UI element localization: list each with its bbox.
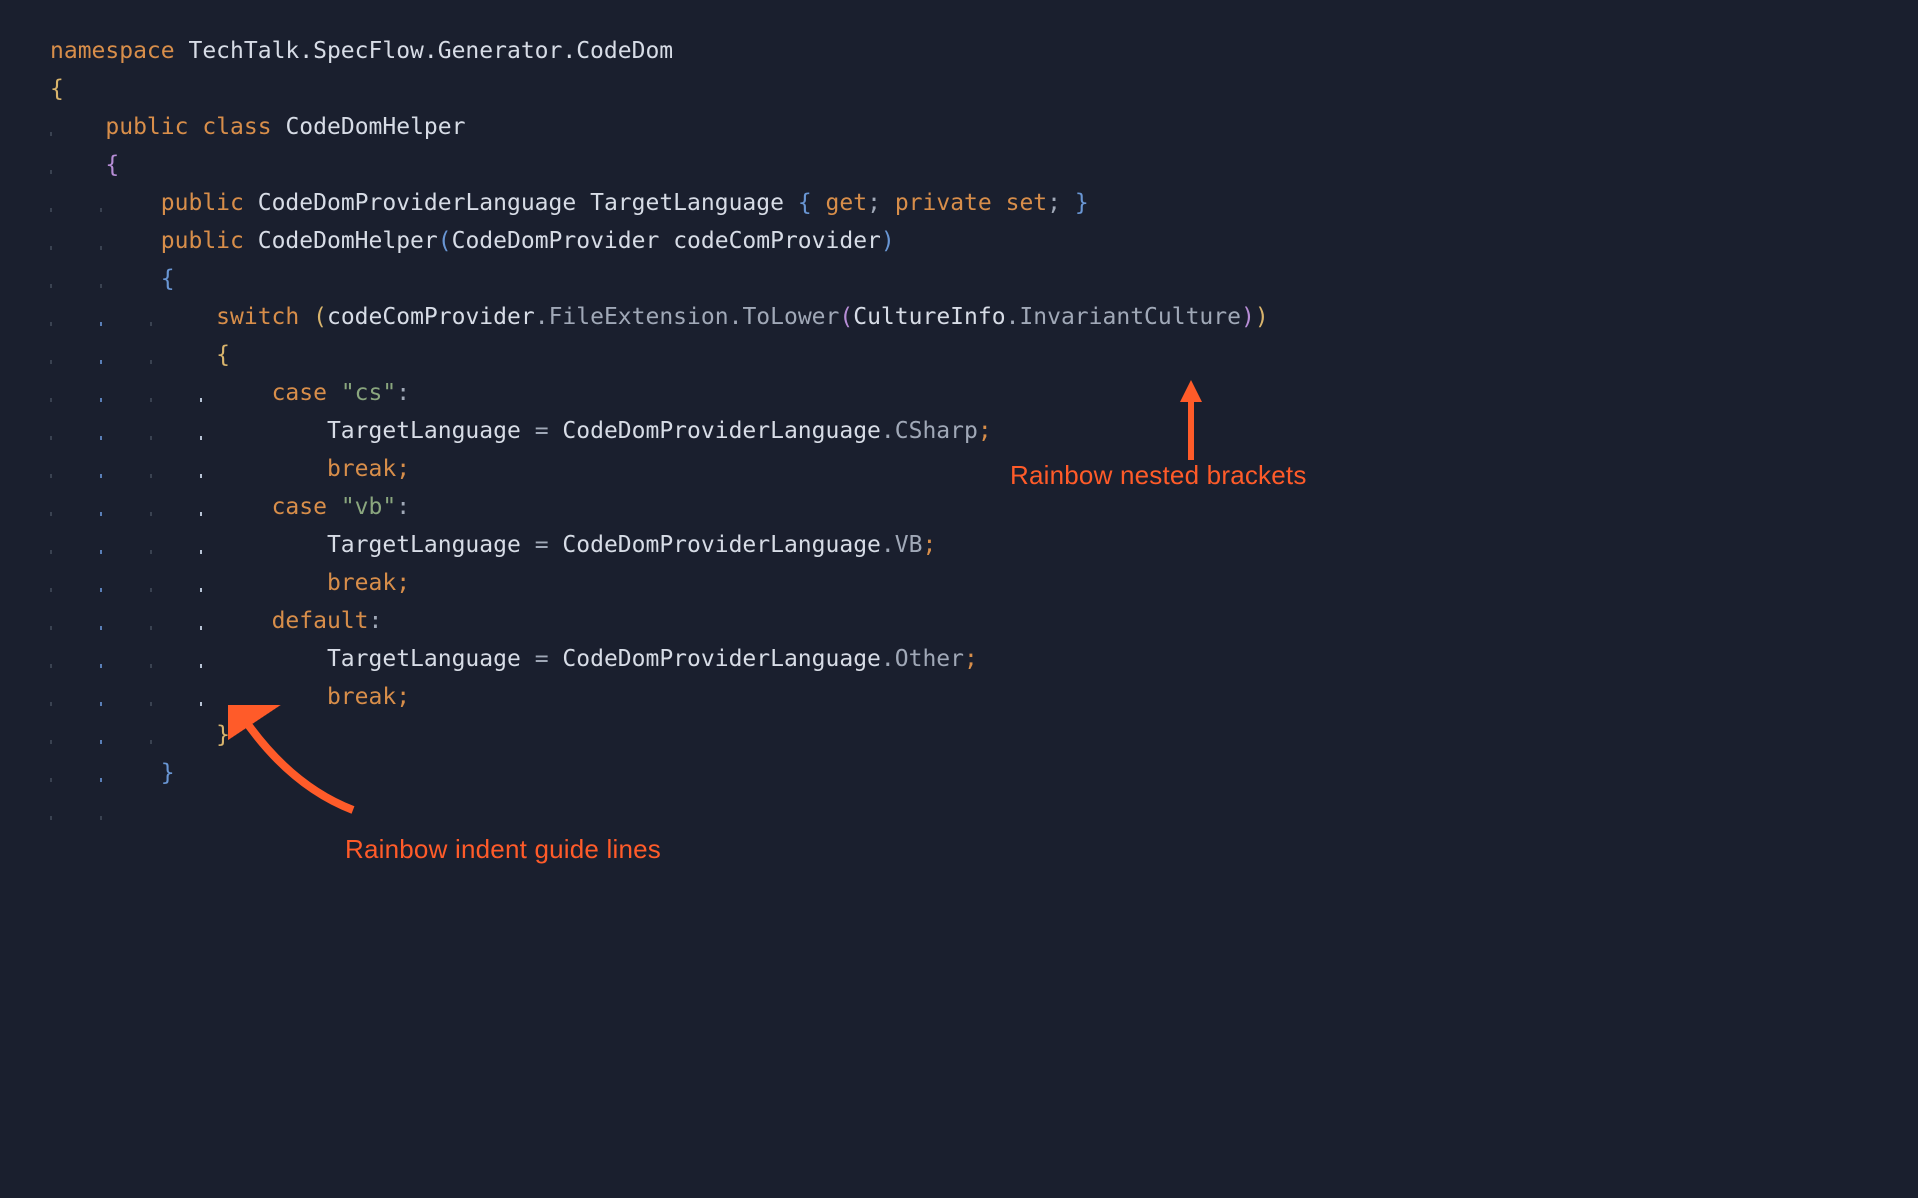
code-editor[interactable]: namespace TechTalk.SpecFlow.Generator.Co…	[0, 0, 1918, 792]
assign-lhs: TargetLanguage	[327, 532, 521, 558]
paren-purple: )	[1241, 304, 1255, 330]
code-line: namespace TechTalk.SpecFlow.Generator.Co…	[50, 32, 1918, 70]
keyword-switch: switch	[216, 304, 299, 330]
punct-dot: .	[535, 304, 549, 330]
code-line: default:	[50, 602, 1918, 640]
code-line: public class CodeDomHelper	[50, 108, 1918, 146]
keyword-namespace: namespace	[50, 38, 175, 64]
punct-semi: ;	[1047, 190, 1061, 216]
brace-purple: {	[105, 152, 119, 178]
punct-eq: =	[535, 532, 549, 558]
keyword-break: break	[327, 456, 396, 482]
annotation-rainbow-brackets: Rainbow nested brackets	[1010, 456, 1307, 494]
arrow-up-icon	[1180, 380, 1202, 402]
brace-blue: }	[161, 760, 175, 786]
param-type: CodeDomProvider	[452, 228, 660, 254]
culture-prop: InvariantCulture	[1019, 304, 1241, 330]
brace-yellow: {	[216, 342, 230, 368]
keyword-set: set	[1006, 190, 1048, 216]
code-line: public CodeDomHelper(CodeDomProvider cod…	[50, 222, 1918, 260]
punct-dot: .	[881, 532, 895, 558]
brace-yellow: {	[50, 76, 64, 102]
code-line: {	[50, 70, 1918, 108]
punct-dot: .	[881, 646, 895, 672]
punct-semi: ;	[964, 646, 978, 672]
paren-blue: (	[438, 228, 452, 254]
keyword-default: default	[272, 608, 369, 634]
assign-lhs: TargetLanguage	[327, 418, 521, 444]
punct-colon: :	[396, 380, 410, 406]
paren-blue: )	[881, 228, 895, 254]
punct-eq: =	[535, 418, 549, 444]
assign-enum: CodeDomProviderLanguage	[562, 532, 881, 558]
paren-purple: (	[839, 304, 853, 330]
brace-blue: {	[161, 266, 175, 292]
code-line: TargetLanguage = CodeDomProviderLanguage…	[50, 526, 1918, 564]
enum-value: Other	[895, 646, 964, 672]
namespace-name: TechTalk.SpecFlow.Generator.CodeDom	[188, 38, 673, 64]
code-line: break;	[50, 564, 1918, 602]
punct-eq: =	[535, 646, 549, 672]
switch-obj: codeComProvider	[327, 304, 535, 330]
class-name: CodeDomHelper	[285, 114, 465, 140]
code-line: case "vb":	[50, 488, 1918, 526]
brace-blue: {	[798, 190, 812, 216]
punct-dot: .	[729, 304, 743, 330]
type-name: CodeDomProviderLanguage	[258, 190, 577, 216]
arrow-curve-icon	[228, 705, 358, 815]
keyword-class: class	[202, 114, 271, 140]
code-line: break;	[50, 450, 1918, 488]
assign-enum: CodeDomProviderLanguage	[562, 418, 881, 444]
code-line: case "cs":	[50, 374, 1918, 412]
annotation-rainbow-indent: Rainbow indent guide lines	[345, 830, 661, 868]
assign-lhs: TargetLanguage	[327, 646, 521, 672]
assign-enum: CodeDomProviderLanguage	[562, 646, 881, 672]
keyword-public: public	[161, 190, 244, 216]
string-literal: "vb"	[341, 494, 396, 520]
ctor-name: CodeDomHelper	[258, 228, 438, 254]
type-culture: CultureInfo	[853, 304, 1005, 330]
punct-semi: ;	[396, 570, 410, 596]
code-line: {	[50, 336, 1918, 374]
punct-dot: .	[881, 418, 895, 444]
code-line: {	[50, 260, 1918, 298]
keyword-public: public	[105, 114, 188, 140]
code-line: public CodeDomProviderLanguage TargetLan…	[50, 184, 1918, 222]
code-line: TargetLanguage = CodeDomProviderLanguage…	[50, 412, 1918, 450]
code-line: switch (codeComProvider.FileExtension.To…	[50, 298, 1918, 336]
punct-colon: :	[396, 494, 410, 520]
punct-semi: ;	[978, 418, 992, 444]
code-line: {	[50, 146, 1918, 184]
string-literal: "cs"	[341, 380, 396, 406]
keyword-case: case	[272, 494, 327, 520]
property-name: TargetLanguage	[590, 190, 784, 216]
code-line: TargetLanguage = CodeDomProviderLanguage…	[50, 640, 1918, 678]
keyword-get: get	[826, 190, 868, 216]
keyword-public: public	[161, 228, 244, 254]
switch-method: ToLower	[742, 304, 839, 330]
punct-colon: :	[369, 608, 383, 634]
punct-dot: .	[1006, 304, 1020, 330]
switch-prop: FileExtension	[549, 304, 729, 330]
paren-yellow: )	[1255, 304, 1269, 330]
punct-semi: ;	[867, 190, 881, 216]
enum-value: VB	[895, 532, 923, 558]
punct-semi: ;	[396, 684, 410, 710]
punct-semi: ;	[922, 532, 936, 558]
keyword-case: case	[272, 380, 327, 406]
paren-yellow: (	[313, 304, 327, 330]
brace-blue: }	[1075, 190, 1089, 216]
param-name: codeComProvider	[673, 228, 881, 254]
punct-semi: ;	[396, 456, 410, 482]
enum-value: CSharp	[895, 418, 978, 444]
keyword-private: private	[895, 190, 992, 216]
keyword-break: break	[327, 570, 396, 596]
